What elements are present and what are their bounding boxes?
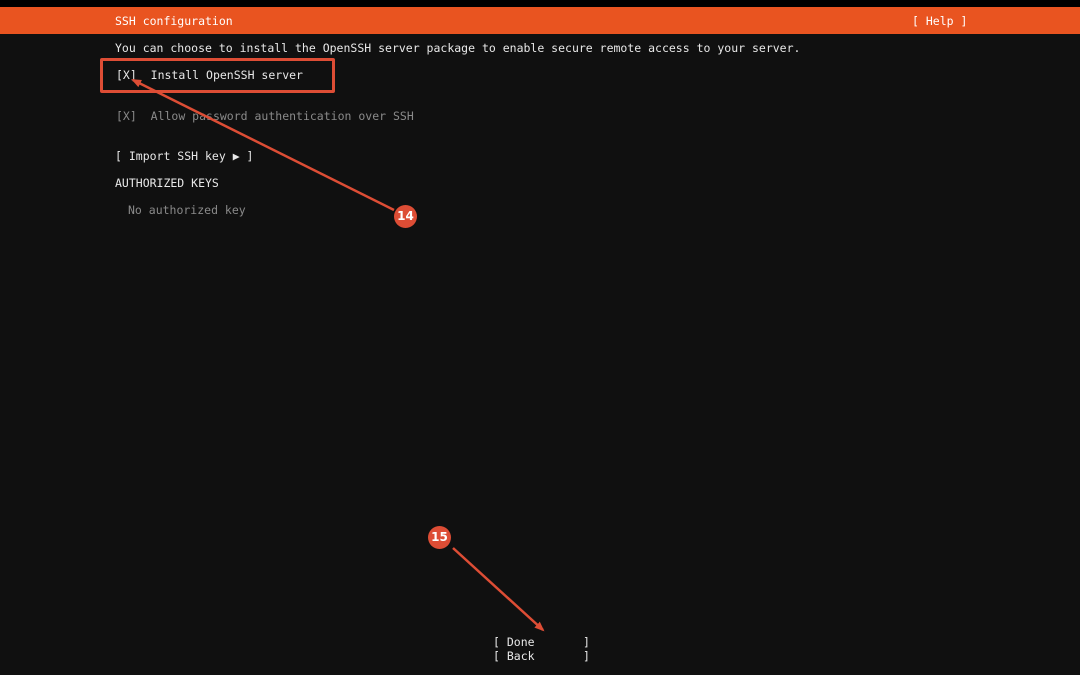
no-authorized-key-text: No authorized key <box>128 203 246 217</box>
authorized-keys-heading: AUTHORIZED KEYS <box>115 176 219 190</box>
annotation-arrows <box>131 78 545 632</box>
arrow-14 <box>131 78 395 212</box>
allow-password-label: Allow password authentication over SSH <box>150 109 414 123</box>
title-bar: SSH configuration [ Help ] <box>0 7 1080 34</box>
allow-password-check: [X] <box>116 109 137 123</box>
help-button[interactable]: [ Help ] <box>912 14 967 28</box>
allow-password-checkbox: [X] Allow password authentication over S… <box>116 109 414 123</box>
back-button[interactable]: [ Back ] <box>493 649 590 663</box>
step-badge-14: 14 <box>394 205 417 228</box>
arrow-15 <box>452 547 545 632</box>
import-ssh-key-button[interactable]: [ Import SSH key ▶ ] <box>115 149 253 163</box>
installer-screen: SSH configuration [ Help ] You can choos… <box>0 0 1080 675</box>
highlight-box <box>100 58 335 93</box>
intro-text: You can choose to install the OpenSSH se… <box>115 41 801 55</box>
page-title: SSH configuration <box>115 14 233 28</box>
step-badge-15: 15 <box>428 526 451 549</box>
top-border <box>0 0 1080 7</box>
done-button[interactable]: [ Done ] <box>493 635 590 649</box>
